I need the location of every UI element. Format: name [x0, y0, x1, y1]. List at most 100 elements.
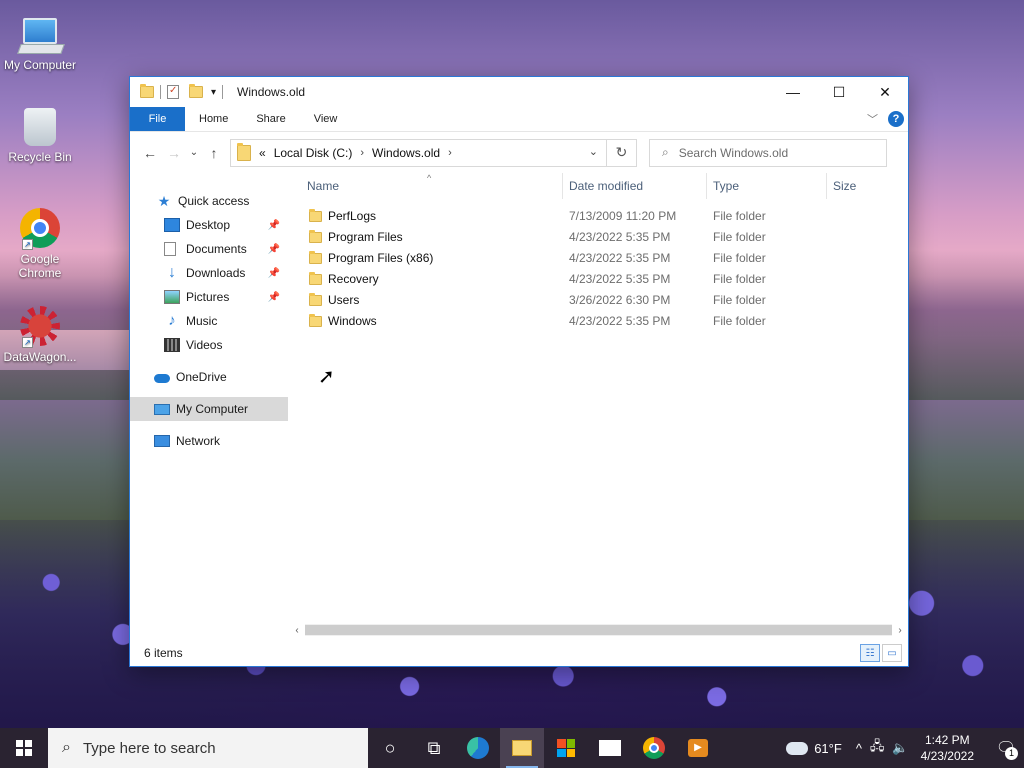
taskbar-search-placeholder: Type here to search [82, 739, 216, 757]
scroll-right-icon[interactable]: › [892, 625, 908, 636]
file-name-cell: Windows [289, 314, 563, 328]
taskbar-file-explorer[interactable] [500, 728, 544, 768]
datawagon-icon: ↗ [20, 306, 60, 348]
desktop-icon-my-computer[interactable]: My Computer [0, 10, 80, 72]
chevron-down-icon[interactable]: ⌄ [589, 145, 598, 158]
task-view-button[interactable]: ⧉ [412, 728, 456, 768]
column-type[interactable]: Type [707, 173, 827, 199]
chevron-up-icon[interactable]: ^ [856, 741, 862, 756]
table-row[interactable]: PerfLogs 7/13/2009 11:20 PM File folder [289, 205, 908, 226]
file-rows: PerfLogs 7/13/2009 11:20 PM File folder Pro… [289, 199, 908, 331]
forward-button[interactable]: → [162, 145, 186, 161]
taskbar-store[interactable] [544, 728, 588, 768]
documents-icon [164, 242, 176, 256]
taskbar-mail[interactable] [588, 728, 632, 768]
nav-desktop[interactable]: Desktop 📌 [130, 213, 288, 237]
network-icon[interactable]: 🖧 [870, 737, 885, 759]
file-list: Name ^ Date modified Type Size PerfLogs 7… [288, 173, 908, 640]
desktop-icon-recycle-bin[interactable]: Recycle Bin [0, 108, 80, 164]
details-view-button[interactable]: ☷ [860, 644, 880, 662]
nav-my-computer[interactable]: My Computer [130, 397, 288, 421]
tab-view[interactable]: View [300, 107, 352, 131]
pin-icon: 📌 [267, 219, 280, 231]
computer-icon [154, 403, 170, 415]
column-size[interactable]: Size [827, 173, 905, 199]
nav-quick-access[interactable]: ★ Quick access [130, 189, 288, 213]
taskbar: ⌕ Type here to search ○ ⧉ ▶ 61°F ^ 🖧 🔈 1… [0, 728, 1024, 768]
start-button[interactable] [0, 728, 48, 768]
breadcrumb-separator[interactable]: › [448, 147, 452, 159]
file-explorer-icon [512, 740, 532, 756]
taskbar-search[interactable]: ⌕ Type here to search [48, 728, 368, 768]
expand-ribbon-icon[interactable]: ﹀ [867, 111, 878, 127]
cortana-button[interactable]: ○ [368, 728, 412, 768]
table-row[interactable]: Program Files (x86) 4/23/2022 5:35 PM File… [289, 247, 908, 268]
refresh-button[interactable]: ↻ [607, 138, 637, 167]
folder-icon [309, 272, 322, 285]
breadcrumb-windows-old[interactable]: Windows.old [372, 146, 440, 160]
file-date: 4/23/2022 5:35 PM [569, 271, 671, 286]
nav-network[interactable]: Network [130, 429, 288, 453]
table-row[interactable]: Program Files 4/23/2022 5:35 PM File folde… [289, 226, 908, 247]
table-row[interactable]: Users 3/26/2022 6:30 PM File folder [289, 289, 908, 310]
customize-toolbar-icon[interactable]: ▾ [211, 87, 216, 98]
properties-icon[interactable] [167, 85, 179, 99]
minimize-button[interactable]: — [770, 77, 816, 107]
up-button[interactable]: ↑ [202, 145, 226, 161]
horizontal-scrollbar[interactable]: ‹ › [289, 622, 908, 638]
nav-music[interactable]: ♪ Music [130, 309, 288, 333]
nav-downloads[interactable]: ↓ Downloads 📌 [130, 261, 288, 285]
large-icons-view-button[interactable]: ▭ [882, 644, 902, 662]
desktop-icon-label: Recycle Bin [8, 150, 72, 164]
ribbon-tabs: File Home Share View ﹀ ? [130, 107, 908, 131]
file-date: 4/23/2022 5:35 PM [569, 229, 671, 244]
nav-videos[interactable]: Videos [130, 333, 288, 357]
search-input[interactable]: ⌕ Search Windows.old [649, 138, 887, 167]
nav-onedrive[interactable]: OneDrive [130, 365, 288, 389]
navigation-pane: ★ Quick access Desktop 📌 Documents 📌 ↓ D… [130, 173, 288, 640]
breadcrumb-separator[interactable]: › [360, 147, 364, 159]
desktop-icon-datawagon[interactable]: ↗ DataWagon... [0, 306, 80, 364]
folder-icon [309, 209, 322, 222]
tab-file[interactable]: File [130, 107, 185, 131]
close-button[interactable]: ✕ [862, 77, 908, 107]
column-date-modified[interactable]: Date modified [563, 173, 707, 199]
file-name: Recovery [328, 271, 379, 286]
table-row[interactable]: Windows 4/23/2022 5:35 PM File folder [289, 310, 908, 331]
scroll-left-icon[interactable]: ‹ [289, 625, 305, 636]
notifications-button[interactable]: 🗨 1 [988, 728, 1024, 768]
tab-home[interactable]: Home [185, 107, 242, 131]
column-name[interactable]: Name ^ [289, 173, 563, 199]
weather-widget[interactable]: 61°F [786, 741, 842, 756]
task-view-icon: ⧉ [427, 737, 441, 758]
volume-icon[interactable]: 🔈 [892, 740, 908, 756]
divider [222, 85, 224, 99]
scrollbar-track[interactable] [305, 624, 892, 636]
nav-documents[interactable]: Documents 📌 [130, 237, 288, 261]
breadcrumb-overflow[interactable]: « [259, 146, 266, 160]
recent-locations-button[interactable]: ⌄ [186, 147, 202, 158]
desktop-icon-label: Google Chrome [18, 252, 62, 280]
new-folder-icon[interactable] [189, 84, 203, 98]
nav-label: Downloads [186, 266, 246, 280]
back-button[interactable]: ← [138, 145, 162, 161]
desktop-icon-label: My Computer [3, 58, 77, 72]
scrollbar-thumb[interactable] [305, 625, 892, 635]
address-bar[interactable]: « Local Disk (C:) › Windows.old › ⌄ [230, 138, 607, 167]
tab-share[interactable]: Share [242, 107, 299, 131]
title-bar[interactable]: ▾ Windows.old — ☐ ✕ [130, 77, 908, 107]
breadcrumb-local-disk[interactable]: Local Disk (C:) [274, 146, 353, 160]
store-icon [557, 739, 575, 757]
help-icon[interactable]: ? [888, 111, 904, 127]
table-row[interactable]: Recovery 4/23/2022 5:35 PM File folder [289, 268, 908, 289]
clock[interactable]: 1:42 PM 4/23/2022 [921, 732, 974, 764]
taskbar-media-player[interactable]: ▶ [676, 728, 720, 768]
taskbar-chrome[interactable] [632, 728, 676, 768]
maximize-button[interactable]: ☐ [816, 77, 862, 107]
desktop-icon-chrome[interactable]: ↗ Google Chrome [0, 208, 80, 280]
taskbar-edge[interactable] [456, 728, 500, 768]
cloud-icon [786, 741, 809, 755]
file-type: File folder [713, 250, 766, 265]
folder-icon [140, 84, 154, 98]
nav-pictures[interactable]: Pictures 📌 [130, 285, 288, 309]
